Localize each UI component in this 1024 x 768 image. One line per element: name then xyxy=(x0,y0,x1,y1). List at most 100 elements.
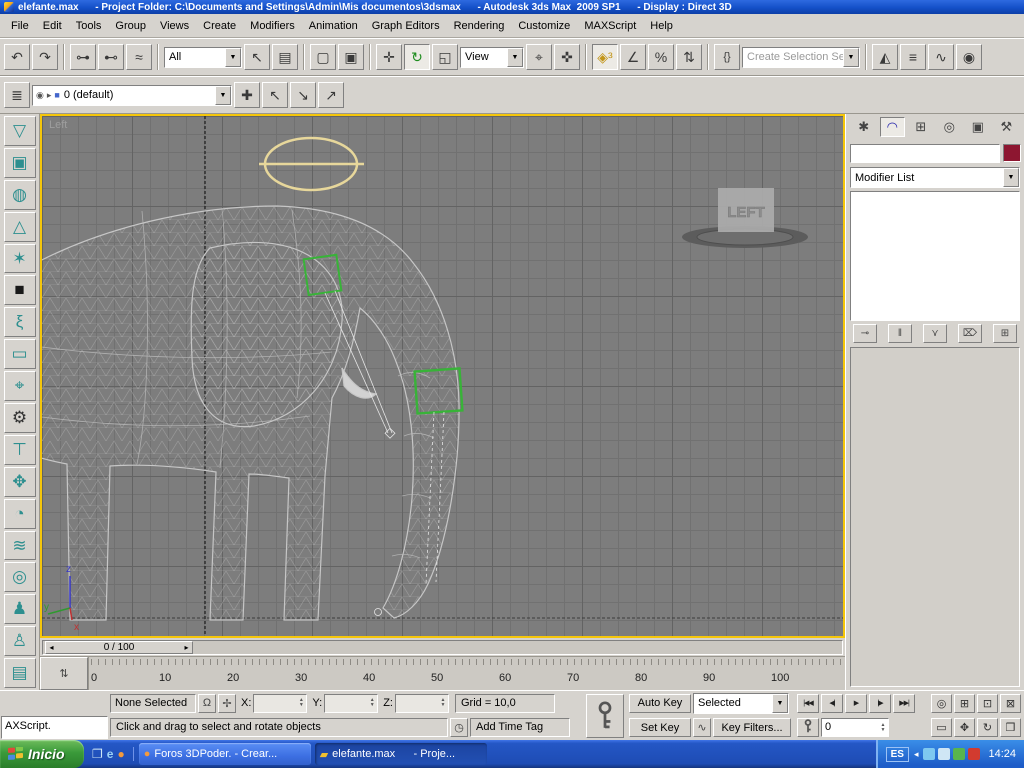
track-bar-ruler[interactable]: 0 10 20 30 40 50 60 70 80 90 100 xyxy=(88,657,845,690)
rectangular-selection-region-icon[interactable]: ▢ xyxy=(310,44,336,70)
x-spinner[interactable]: ▲ ▼ xyxy=(296,695,306,712)
chevron-down-icon[interactable]: ▼ xyxy=(843,47,859,67)
select-and-move-icon[interactable]: ✛ xyxy=(376,44,402,70)
absolute-offset-toggle[interactable]: ✢ xyxy=(218,693,236,713)
bone-tool-icon[interactable]: ⌖ xyxy=(3,371,36,402)
pin-stack-button[interactable]: ⊸ xyxy=(853,323,877,343)
door-tool-icon[interactable]: ▤ xyxy=(3,658,36,689)
menu-item[interactable]: Modifiers xyxy=(243,17,302,35)
configure-modifier-sets-button[interactable]: ⊞ xyxy=(993,323,1017,343)
arc-rotate-icon[interactable]: ↻ xyxy=(977,718,998,738)
gear-tool-icon[interactable]: ⚙ xyxy=(3,403,36,433)
maximize-viewport-icon[interactable]: ❒ xyxy=(1000,718,1021,738)
chevron-down-icon[interactable]: ▼ xyxy=(215,85,231,105)
select-objects-in-layer-icon[interactable]: ↘ xyxy=(290,82,316,108)
zoom-extents-all-icon[interactable]: ⊠ xyxy=(1000,693,1021,713)
box-tool-icon[interactable]: ▣ xyxy=(3,147,36,178)
zoom-all-icon[interactable]: ⊞ xyxy=(954,693,975,713)
menu-item[interactable]: Group xyxy=(108,17,153,35)
add-time-tag[interactable]: Add Time Tag xyxy=(470,718,570,738)
y-coordinate-field[interactable]: ▲ ▼ xyxy=(324,693,379,713)
use-pivot-center-icon[interactable]: ⌖ xyxy=(526,44,552,70)
sphere-tool-icon[interactable]: ◍ xyxy=(3,179,36,210)
menu-item[interactable]: Customize xyxy=(511,17,577,35)
cloth-tool-icon[interactable]: ▽ xyxy=(3,116,36,146)
edit-named-sets-icon[interactable]: {} xyxy=(714,44,740,70)
menu-item[interactable]: Animation xyxy=(302,17,365,35)
track-bar[interactable]: ⇅ 0 10 20 30 40 50 60 70 80 90 100 xyxy=(40,656,845,690)
tab-modify[interactable]: ◠ xyxy=(879,117,906,137)
add-selection-to-layer-icon[interactable]: ↖ xyxy=(262,82,288,108)
key-filters-button[interactable]: Key Filters... xyxy=(713,718,791,738)
select-and-rotate-icon[interactable]: ↻ xyxy=(404,44,430,70)
maxscript-mini-listener[interactable]: AXScript. xyxy=(1,716,108,739)
reference-coordinate-dropdown[interactable]: View ▼ xyxy=(460,46,524,68)
selection-filter-dropdown[interactable]: All ▼ xyxy=(164,46,242,68)
chevron-down-icon[interactable]: ▼ xyxy=(225,47,241,67)
align-icon[interactable]: ≡ xyxy=(900,44,926,70)
go-to-end-button[interactable]: ▶▶| xyxy=(893,693,915,713)
curve-editor-icon[interactable]: ∿ xyxy=(928,44,954,70)
select-object-icon[interactable]: ↖ xyxy=(244,44,270,70)
menu-item[interactable]: Graph Editors xyxy=(365,17,447,35)
select-and-manipulate-icon[interactable]: ✜ xyxy=(554,44,580,70)
figure-tool-icon[interactable]: ♙ xyxy=(3,626,36,657)
remove-modifier-button[interactable]: ⌦ xyxy=(958,323,982,343)
start-button[interactable]: Inicio xyxy=(0,740,84,768)
menu-item[interactable]: Edit xyxy=(36,17,69,35)
menu-item[interactable]: Rendering xyxy=(447,17,512,35)
previous-frame-arrow-icon[interactable]: ◂ xyxy=(46,643,57,652)
previous-frame-button[interactable]: ◀| xyxy=(821,693,843,713)
current-layer-dropdown[interactable]: ◉ ▸ ■ 0 (default) ▼ xyxy=(32,84,232,106)
object-name-field[interactable] xyxy=(850,143,1000,163)
mirror-icon[interactable]: ◭ xyxy=(872,44,898,70)
capsule-tool-icon[interactable]: ▭ xyxy=(3,339,36,370)
modifier-stack-list[interactable] xyxy=(850,191,1020,321)
modifier-list-dropdown[interactable]: Modifier List ▼ xyxy=(850,167,1020,188)
percent-snap-icon[interactable]: % xyxy=(648,44,674,70)
y-spinner[interactable]: ▲ ▼ xyxy=(367,695,377,712)
named-selection-sets-combo[interactable]: Create Selection Set ▼ xyxy=(742,46,860,68)
z-coordinate-field[interactable]: ▲ ▼ xyxy=(394,693,449,713)
next-frame-button[interactable]: |▶ xyxy=(869,693,891,713)
angle-snap-icon[interactable]: ∠ xyxy=(620,44,646,70)
snaps-toggle-icon[interactable]: ◈³ xyxy=(592,44,618,70)
material-editor-icon[interactable]: ◉ xyxy=(956,44,982,70)
left-text-object[interactable]: LEFT xyxy=(682,188,808,248)
viewport-label[interactable]: Left xyxy=(49,119,67,131)
time-slider-handle[interactable]: ◂ 0 / 100 ▸ xyxy=(45,640,193,654)
new-key-tangent-button[interactable]: ∿ xyxy=(693,718,711,738)
language-indicator[interactable]: ES xyxy=(885,746,909,762)
set-current-layer-icon[interactable]: ↗ xyxy=(318,82,344,108)
show-desktop-icon[interactable]: ❐ xyxy=(92,747,103,761)
frame-spinner[interactable]: ▲ ▼ xyxy=(878,719,888,736)
select-by-name-icon[interactable]: ▤ xyxy=(272,44,298,70)
biped-tool-icon[interactable]: ♟ xyxy=(3,594,36,625)
chevron-down-icon[interactable]: ▼ xyxy=(772,693,788,713)
layer-manager-icon[interactable]: ≣ xyxy=(4,82,30,108)
unlink-selection-icon[interactable]: ⊷ xyxy=(98,44,124,70)
tray-chevron-icon[interactable]: ◂ xyxy=(914,749,919,760)
spiral-tool-icon[interactable]: ◎ xyxy=(3,562,36,593)
window-crossing-icon[interactable]: ▣ xyxy=(338,44,364,70)
tap-tool-icon[interactable]: ⊤ xyxy=(3,434,36,465)
make-unique-button[interactable]: ⋎ xyxy=(923,323,947,343)
tray-icon-3[interactable] xyxy=(953,748,966,760)
task-button-foros[interactable]: ● Foros 3DPoder. - Crear... xyxy=(138,743,311,765)
region-zoom-icon[interactable]: ▭ xyxy=(931,718,952,738)
select-and-link-icon[interactable]: ⊶ xyxy=(70,44,96,70)
elephant-wireframe[interactable] xyxy=(42,205,460,621)
tray-icon-1[interactable] xyxy=(923,748,936,760)
open-mini-curve-editor-button[interactable]: ⇅ xyxy=(40,657,88,690)
zoom-icon[interactable]: ◎ xyxy=(931,693,952,713)
bind-to-spacewarp-icon[interactable]: ≈ xyxy=(126,44,152,70)
set-key-button[interactable]: Set Key xyxy=(629,718,691,738)
waves-tool-icon[interactable]: ≋ xyxy=(3,530,36,561)
menu-item[interactable]: File xyxy=(4,17,36,35)
pot-tool-icon[interactable]: ◔ xyxy=(3,498,36,529)
hand-tool-icon[interactable]: ✥ xyxy=(3,466,36,497)
viewport-left[interactable]: Left LEFT z y x xyxy=(40,114,845,638)
auto-key-button[interactable]: Auto Key xyxy=(629,693,691,713)
selection-lock-toggle[interactable]: Ω xyxy=(198,693,216,713)
menu-item[interactable]: Create xyxy=(196,17,243,35)
